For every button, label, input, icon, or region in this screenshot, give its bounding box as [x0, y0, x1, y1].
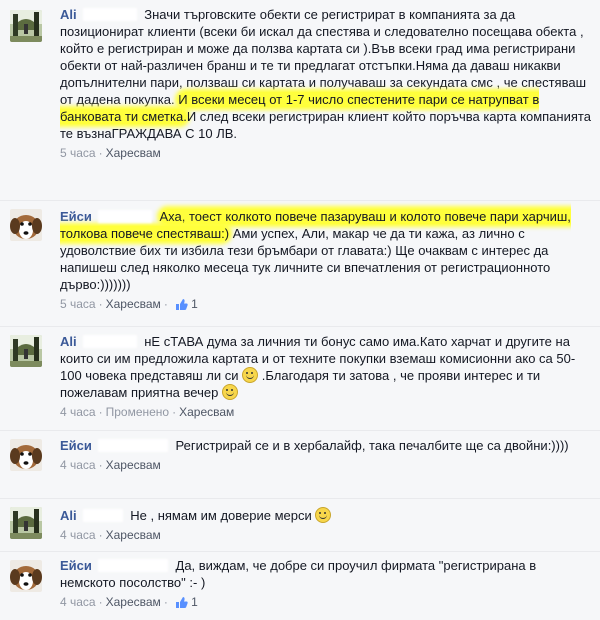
comment-author[interactable]: Ейси — [60, 209, 92, 224]
separator: · — [163, 595, 168, 609]
smiley-emoji-icon — [221, 384, 238, 400]
comment-author[interactable]: Ейси — [60, 438, 92, 453]
separator: · — [98, 297, 103, 311]
avatar[interactable] — [10, 209, 42, 241]
name-redaction — [97, 210, 152, 223]
avatar-image — [10, 507, 42, 539]
avatar-image — [10, 209, 42, 241]
separator: · — [98, 405, 103, 419]
smiley-emoji-icon — [242, 367, 259, 383]
like-link[interactable]: Харесвам — [179, 405, 234, 419]
avatar-image — [10, 10, 42, 42]
avatar[interactable] — [10, 439, 42, 471]
comment-time[interactable]: 5 часа — [60, 146, 96, 160]
like-thumb-icon[interactable] — [175, 298, 188, 310]
comment: Ali Не , нямам им доверие мерси 4 часа · Х… — [0, 499, 600, 551]
avatar[interactable] — [10, 335, 42, 367]
comment-text: Регистрирай се и в хербалайф, така печал… — [175, 438, 569, 453]
like-count[interactable]: 1 — [191, 297, 198, 311]
like-link[interactable]: Харесвам — [106, 528, 161, 542]
comment-text: Не , нямам им доверие мерси — [130, 508, 312, 523]
avatar-image — [10, 439, 42, 471]
like-count[interactable]: 1 — [191, 595, 198, 609]
comment-author[interactable]: Ейси — [60, 558, 92, 573]
comment-time[interactable]: 4 часа — [60, 528, 96, 542]
separator: · — [98, 458, 103, 472]
comment-author[interactable]: Ali — [60, 7, 77, 22]
name-redaction — [97, 439, 168, 452]
like-thumb-icon[interactable] — [175, 596, 188, 608]
name-redaction — [82, 8, 137, 21]
separator: · — [98, 146, 103, 160]
smiley-emoji-icon — [315, 507, 332, 523]
comment: Ali нЕ сТАВА дума за личния ти бонус сам… — [0, 327, 600, 430]
comment-time[interactable]: 4 часа — [60, 458, 96, 472]
name-redaction — [97, 559, 168, 572]
avatar[interactable] — [10, 507, 42, 539]
avatar-image — [10, 560, 42, 592]
comment-time[interactable]: 4 часа — [60, 595, 96, 609]
comment-time[interactable]: 4 часа — [60, 405, 96, 419]
like-link[interactable]: Харесвам — [106, 146, 161, 160]
like-link[interactable]: Харесвам — [106, 297, 161, 311]
avatar[interactable] — [10, 10, 42, 42]
separator: · — [172, 405, 177, 419]
separator: · — [163, 297, 168, 311]
separator: · — [98, 528, 103, 542]
comment-author[interactable]: Ali — [60, 508, 77, 523]
like-link[interactable]: Харесвам — [106, 458, 161, 472]
comment-author[interactable]: Ali — [60, 334, 77, 349]
comment: Ейси Регистрирай се и в хербалайф, така … — [0, 431, 600, 498]
edited-label[interactable]: Променено — [106, 405, 170, 419]
like-link[interactable]: Харесвам — [106, 595, 161, 609]
comment: Ali Значи търговските обекти се регистри… — [0, 0, 600, 200]
comment: Ейси Да, виждам, че добре си проучил фир… — [0, 552, 600, 620]
name-redaction — [82, 335, 137, 348]
comment-time[interactable]: 5 часа — [60, 297, 96, 311]
avatar[interactable] — [10, 560, 42, 592]
name-redaction — [82, 509, 123, 522]
avatar-image — [10, 335, 42, 367]
comment: Ейси Аха, тоест колкото повече пазаруваш… — [0, 201, 600, 326]
separator: · — [98, 595, 103, 609]
